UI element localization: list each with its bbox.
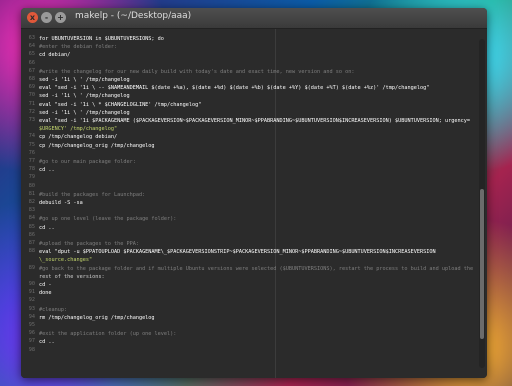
code-line[interactable]: #cleanup: — [39, 306, 475, 314]
code-line[interactable]: cd .. — [39, 338, 475, 346]
code-line[interactable]: eval "sed -i '1i $PACKAGENAME ($PACKAGEV… — [39, 117, 475, 125]
line-number: 84 — [28, 215, 35, 222]
code-line[interactable]: #go to our main package folder: — [39, 158, 475, 166]
code-line[interactable]: sed -i '1i \ ' /tmp/changelog — [39, 109, 475, 117]
line-number: 93 — [28, 305, 35, 312]
code-line[interactable]: sed -i '1i \ ' /tmp/changelog — [39, 92, 475, 100]
code-line[interactable]: cp /tmp/changelog_orig /tmp/changelog — [39, 142, 475, 150]
maximize-button[interactable]: + — [55, 12, 66, 23]
line-number: 92 — [28, 297, 35, 304]
line-number: 64 — [28, 43, 35, 50]
line-number: 94 — [28, 313, 35, 320]
line-number: 83 — [28, 207, 35, 214]
code-area[interactable]: for UBUNTUVERSION in $UBUNTUVERSIONS; do… — [37, 29, 475, 378]
code-line[interactable]: debuild -S -sa — [39, 199, 475, 207]
code-editor[interactable]: 63 64 65 66 67 68 69 70 71 72 73 74 75 76 77 78 79 80 81 82… — [21, 29, 487, 378]
line-number: 65 — [28, 51, 35, 58]
line-number: 96 — [28, 330, 35, 337]
line-number: 72 — [28, 108, 35, 115]
code-line[interactable]: #build the packages for Launchpad: — [39, 191, 475, 199]
code-line[interactable]: done — [39, 289, 475, 297]
code-line[interactable]: #go back to the package folder and if mu… — [39, 265, 475, 273]
code-line[interactable]: cd - — [39, 281, 475, 289]
close-button[interactable]: x — [27, 12, 38, 23]
line-number: 86 — [28, 231, 35, 238]
code-line[interactable]: rest of the versions: — [39, 273, 475, 281]
line-number: 90 — [28, 281, 35, 287]
line-number: 79 — [28, 174, 35, 181]
code-line[interactable]: cp /tmp/changelog debian/ — [39, 133, 475, 141]
code-line[interactable]: #enter the debian folder: — [39, 43, 475, 51]
line-number: 75 — [28, 141, 35, 148]
code-line[interactable]: #exit the application folder (up one lev… — [39, 330, 475, 338]
editor-window: x - + makelp - (~/Desktop/aaa) 63 64 65 66 6… — [21, 8, 487, 378]
line-number: 76 — [28, 149, 35, 156]
line-number: 87 — [28, 240, 35, 246]
line-number: 85 — [28, 223, 35, 230]
code-line[interactable]: #upload the packages to the PPA: — [39, 240, 475, 248]
vertical-scrollbar[interactable] — [479, 39, 485, 368]
line-number: 73 — [28, 117, 35, 123]
line-number: 70 — [28, 92, 35, 99]
line-number: 95 — [28, 322, 35, 328]
title-bar[interactable]: x - + makelp - (~/Desktop/aaa) — [21, 8, 487, 29]
line-number: 81 — [28, 190, 35, 197]
scrollbar-thumb[interactable] — [480, 189, 484, 339]
line-number: 82 — [28, 199, 35, 205]
code-line[interactable]: eval "sed -i '1i \ * $CHANGELOGLINE' /tm… — [39, 101, 475, 109]
line-number: 97 — [28, 338, 35, 345]
line-number: 67 — [28, 67, 35, 74]
code-line[interactable]: cd .. — [39, 166, 475, 174]
code-line[interactable]: sed -i '1i \ ' /tmp/changelog — [39, 76, 475, 84]
code-line[interactable]: rm /tmp/changelog_orig /tmp/changelog — [39, 314, 475, 322]
code-line[interactable]: #write the changelog for our new daily b… — [39, 68, 475, 76]
line-number: 63 — [28, 35, 35, 41]
code-line[interactable]: eval "dput -u $PPATOUPLOAD $PACKAGENAME\… — [39, 248, 475, 256]
code-line[interactable]: #go up one level (leave the package fold… — [39, 215, 475, 223]
line-number: 91 — [28, 289, 35, 296]
line-number: 71 — [28, 100, 35, 107]
code-line[interactable]: $URGENCY' /tmp/changelog" — [39, 125, 475, 133]
line-number: 66 — [28, 59, 35, 66]
line-number: 89 — [28, 264, 35, 271]
line-number: 77 — [28, 158, 35, 164]
code-line[interactable]: cd .. — [39, 224, 475, 232]
minimize-button[interactable]: - — [41, 12, 52, 23]
code-line[interactable]: eval "sed -i '1i \ -- $NAMEANDEMAIL $(da… — [39, 84, 475, 92]
line-number: 80 — [28, 182, 35, 189]
line-number-gutter: 63 64 65 66 67 68 69 70 71 72 73 74 75 76 77 78 79 80 81 82… — [21, 29, 37, 378]
window-title: makelp - (~/Desktop/aaa) — [75, 11, 192, 21]
line-number: 69 — [28, 84, 35, 91]
line-number: 88 — [28, 248, 35, 255]
line-number: 98 — [28, 346, 35, 353]
line-number: 78 — [28, 166, 35, 173]
line-number: 74 — [28, 133, 35, 140]
code-line[interactable]: cd debian/ — [39, 51, 475, 59]
code-line[interactable]: \_source.changes" — [39, 256, 475, 264]
line-number: 68 — [28, 76, 35, 82]
code-line[interactable]: for UBUNTUVERSION in $UBUNTUVERSIONS; do — [39, 35, 475, 43]
